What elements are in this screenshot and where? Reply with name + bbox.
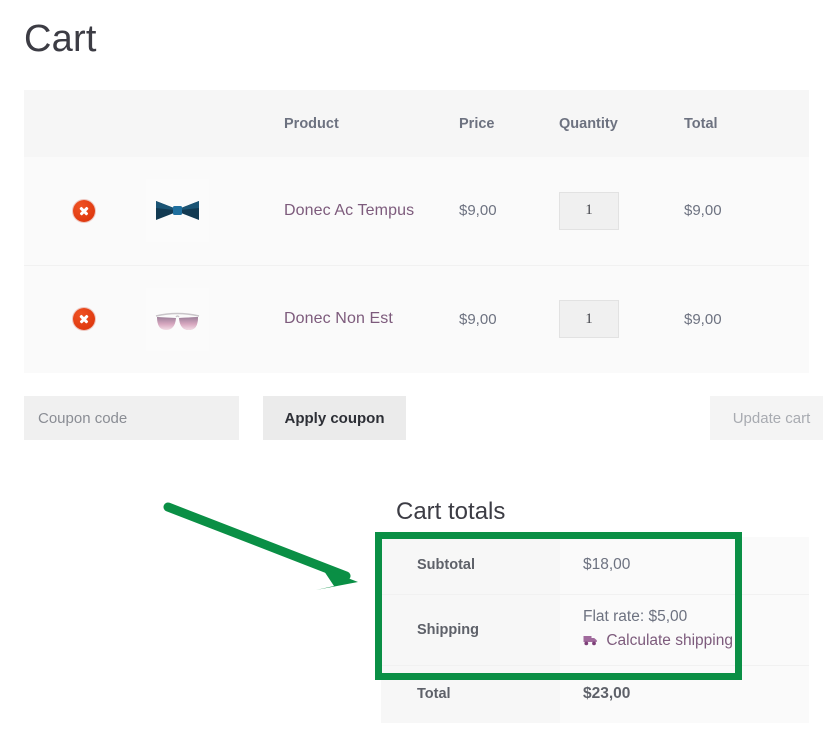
header-product: Product [284,90,459,157]
header-remove [24,90,144,157]
subtotal-value: $18,00 [583,556,631,574]
quantity-cell [559,157,684,265]
remove-cell [24,264,144,373]
subtotal-label: Subtotal [381,537,560,594]
quantity-input[interactable] [559,300,619,339]
delivery-truck-icon [583,631,598,653]
coupon-row: Apply coupon Update cart [24,396,823,440]
header-quantity: Quantity [559,90,684,157]
product-link[interactable]: Donec Ac Tempus [284,202,414,219]
product-name-cell: Donec Ac Tempus [284,157,459,265]
sunglasses-product-image[interactable] [146,287,209,351]
header-thumbnail [144,90,284,157]
cart-page: { "page": { "title": "Cart" }, "cart_tab… [0,0,823,750]
total-label: Total [381,664,560,723]
header-price: Price [459,90,559,157]
total-cell: $9,00 [684,202,722,220]
cart-table-header-row: Product Price Quantity Total [24,90,809,157]
total-cell: $9,00 [684,264,809,373]
annotation-arrow [163,502,358,590]
price-cell: $9,00 [459,202,497,220]
shipping-rate-text: Flat rate: $5,00 [583,608,688,625]
shipping-label: Shipping [381,593,560,665]
cart-totals-heading: Cart totals [396,498,506,525]
coupon-code-input[interactable] [24,396,239,440]
remove-cell [24,157,144,265]
bow-tie-product-image[interactable] [146,179,209,243]
calculate-shipping-label: Calculate shipping [606,632,733,649]
table-row: Donec Ac Tempus $9,00 $9,00 [24,157,809,265]
total-value: $23,00 [560,664,809,723]
apply-coupon-button[interactable]: Apply coupon [263,396,406,440]
calculate-shipping-link[interactable]: Calculate shipping [583,630,733,653]
product-name-cell: Donec Non Est [284,264,459,373]
order-total-row: Total $23,00 [381,664,809,723]
quantity-cell [559,264,684,373]
price-cell: $9,00 [459,264,559,373]
cart-table: Product Price Quantity Total Donec Ac Te… [24,90,809,373]
update-cart-button[interactable]: Update cart [710,396,823,440]
quantity-input[interactable] [559,191,619,230]
table-row: Donec Non Est $9,00 $9,00 [24,264,809,373]
product-link[interactable]: Donec Non Est [284,310,393,327]
remove-circle-x-icon[interactable] [73,199,95,222]
thumbnail-cell [144,157,284,265]
header-total: Total [684,90,809,157]
remove-circle-x-icon[interactable] [73,308,95,331]
shipping-value: Flat rate: $5,00 Calculate shipping [560,593,809,665]
cart-totals-table: Subtotal $18,00 Shipping Flat rate: $5,0… [381,537,809,723]
shipping-row: Shipping Flat rate: $5,00 Calculate ship… [381,593,809,665]
subtotal-row: Subtotal $18,00 [381,537,809,594]
page-title: Cart [24,18,97,60]
thumbnail-cell [144,264,284,373]
